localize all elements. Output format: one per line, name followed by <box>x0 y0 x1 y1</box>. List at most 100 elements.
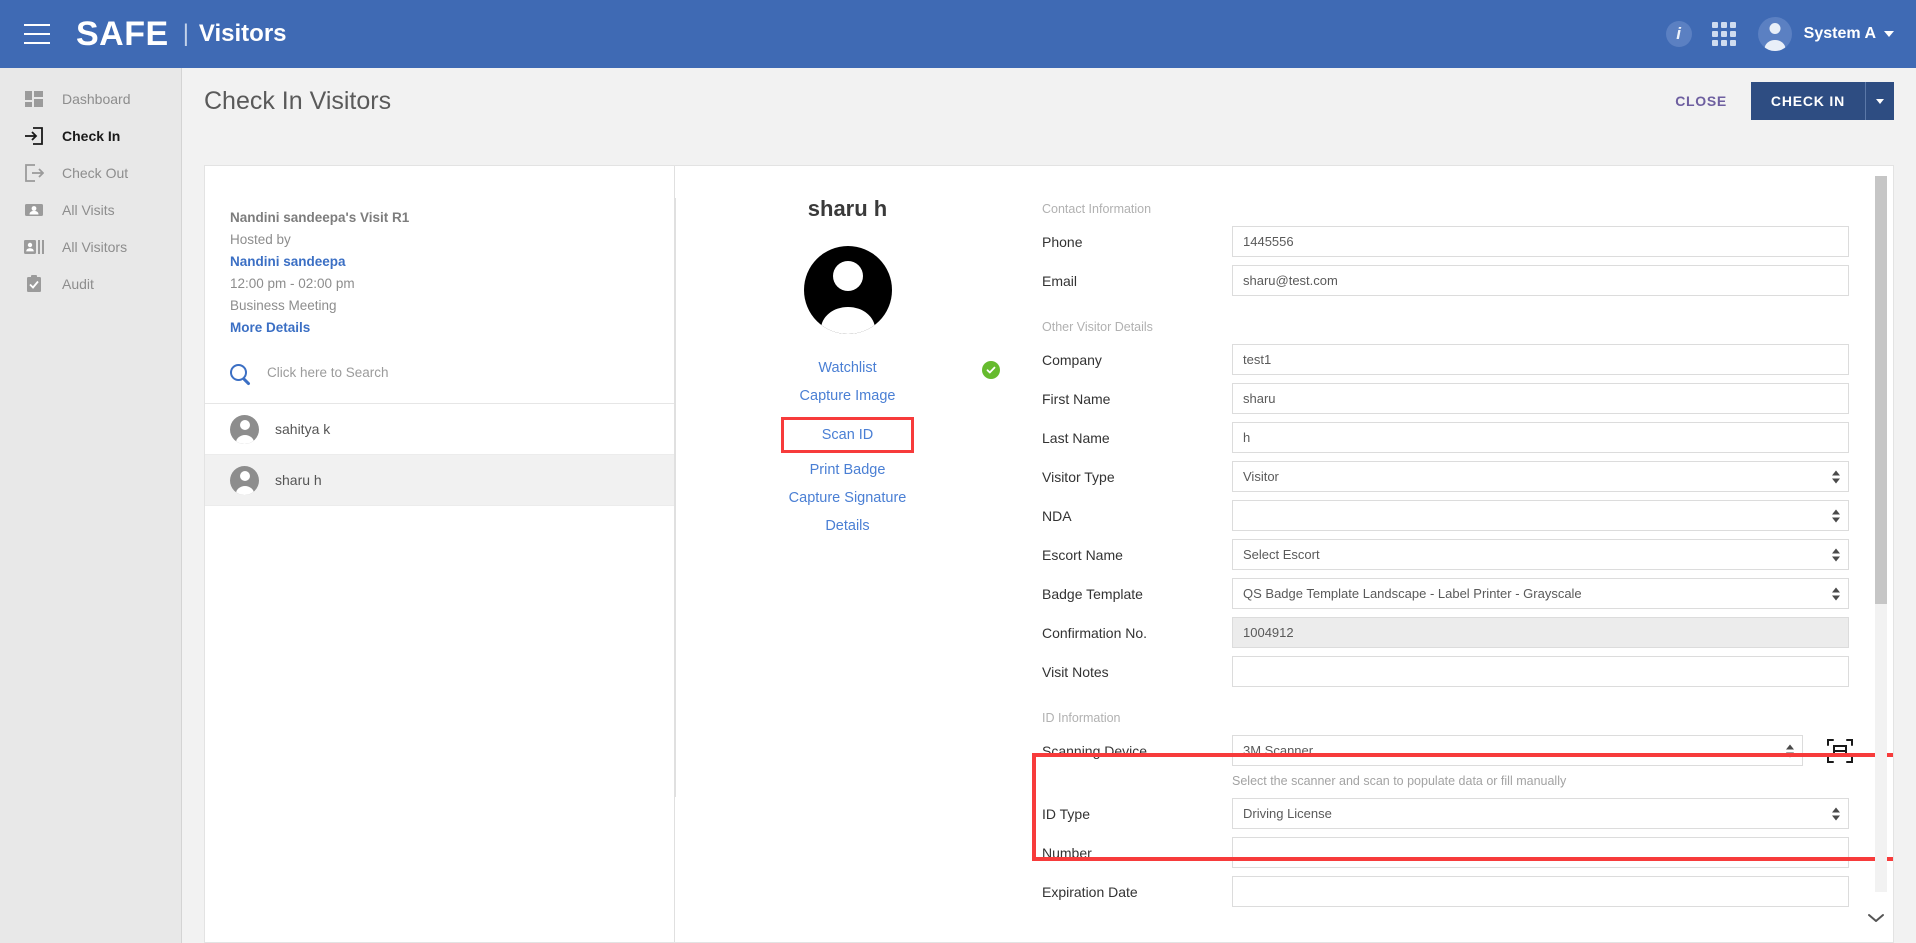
visitors-icon <box>22 237 46 257</box>
form-row-number: Number <box>1020 837 1893 868</box>
visit-notes-field[interactable] <box>1232 656 1849 687</box>
scanning-device-select[interactable]: 3M Scanner <box>1232 735 1803 766</box>
scan-id-link[interactable]: Scan ID <box>780 417 915 453</box>
badge-template-label: Badge Template <box>1042 585 1143 602</box>
check-in-button-group: CHECK IN <box>1750 82 1894 120</box>
sidebar-item-label: All Visitors <box>62 238 128 255</box>
module-name: Visitors <box>198 20 287 47</box>
confirmation-no-label: Confirmation No. <box>1042 624 1148 641</box>
check-in-icon <box>22 126 46 146</box>
confirmation-no-field <box>1232 617 1849 648</box>
form-row-scanning-device: Scanning Device 3M Scanner <box>1020 735 1893 766</box>
page-header-actions: CLOSE CHECK IN <box>1661 82 1894 120</box>
form-row-expiration-date: Expiration Date <box>1020 876 1893 907</box>
check-out-icon <box>22 163 46 183</box>
chevron-down-icon[interactable] <box>1866 908 1886 928</box>
form-row-email: Email <box>1020 265 1893 296</box>
hamburger-menu-icon[interactable] <box>24 24 50 44</box>
nda-label: NDA <box>1042 507 1072 524</box>
visit-summary: Nandini sandeepa's Visit R1 Hosted by Na… <box>205 166 674 335</box>
visitor-type-select[interactable]: Visitor <box>1232 461 1849 492</box>
sidebar-item-label: Check In <box>62 127 121 144</box>
expiration-date-field[interactable] <box>1232 876 1849 907</box>
brand-logo: SAFE <box>76 15 169 53</box>
company-field[interactable] <box>1232 344 1849 375</box>
last-name-label: Last Name <box>1042 429 1110 446</box>
id-information-heading: ID Information <box>1042 711 1121 725</box>
search-input[interactable]: Click here to Search <box>267 365 389 380</box>
sidebar-item-check-in[interactable]: Check In <box>0 117 181 154</box>
capture-signature-link[interactable]: Capture Signature <box>789 490 907 506</box>
top-navigation-bar: SAFE | Visitors i System A <box>0 0 1916 68</box>
form-row-escort-name: Escort Name Select Escort <box>1020 539 1893 570</box>
audit-icon <box>22 274 46 294</box>
print-badge-link[interactable]: Print Badge <box>810 462 886 478</box>
visitor-actions-panel: sharu h Watchlist Capture Image Scan ID … <box>675 166 1020 942</box>
close-button[interactable]: CLOSE <box>1661 85 1741 117</box>
phone-field[interactable] <box>1232 226 1849 257</box>
email-label: Email <box>1042 272 1078 289</box>
badge-template-select[interactable]: QS Badge Template Landscape - Label Prin… <box>1232 578 1849 609</box>
nda-select[interactable] <box>1232 500 1849 531</box>
sidebar-item-check-out[interactable]: Check Out <box>0 154 181 191</box>
scan-barcode-icon[interactable] <box>1825 736 1855 766</box>
page-header: Check In Visitors CLOSE CHECK IN <box>182 68 1916 134</box>
expiration-date-label: Expiration Date <box>1042 883 1138 900</box>
first-name-label: First Name <box>1042 390 1111 407</box>
sidebar-item-all-visits[interactable]: All Visits <box>0 191 181 228</box>
dashboard-icon <box>22 89 46 109</box>
id-type-select[interactable]: Driving License <box>1232 798 1849 829</box>
escort-name-label: Escort Name <box>1042 546 1123 563</box>
form-row-phone: Phone <box>1020 226 1893 257</box>
selected-visitor-name: sharu h <box>807 196 888 221</box>
sidebar-item-label: All Visits <box>62 201 115 218</box>
app-grid-icon[interactable] <box>1711 22 1736 46</box>
escort-name-select[interactable]: Select Escort <box>1232 539 1849 570</box>
info-icon[interactable]: i <box>1665 21 1692 47</box>
sidebar-item-all-visitors[interactable]: All Visitors <box>0 228 181 265</box>
status-badge <box>982 361 1000 379</box>
scrollbar-thumb[interactable] <box>1875 176 1887 604</box>
sidebar-item-dashboard[interactable]: Dashboard <box>0 80 181 117</box>
form-row-last-name: Last Name <box>1020 422 1893 453</box>
email-field[interactable] <box>1232 265 1849 296</box>
chevron-down-icon <box>1876 98 1884 104</box>
user-name-label[interactable]: System A <box>1804 25 1876 43</box>
form-row-visitor-type: Visitor Type Visitor <box>1020 461 1893 492</box>
more-details-link[interactable]: More Details <box>230 320 674 335</box>
host-name-link[interactable]: Nandini sandeepa <box>230 254 674 269</box>
first-name-field[interactable] <box>1232 383 1849 414</box>
details-link[interactable]: Details <box>825 518 869 534</box>
phone-label: Phone <box>1042 233 1083 250</box>
watchlist-link[interactable]: Watchlist <box>818 360 876 376</box>
sidebar-item-label: Audit <box>62 275 94 292</box>
list-item[interactable]: sahitya k <box>205 404 674 455</box>
sidebar: Dashboard Check In Check Out All Visits … <box>0 68 182 943</box>
capture-image-link[interactable]: Capture Image <box>800 388 896 404</box>
id-type-label: ID Type <box>1042 805 1090 822</box>
form-row-nda: NDA <box>1020 500 1893 531</box>
avatar[interactable] <box>1757 17 1792 51</box>
visit-time-range: 12:00 pm - 02:00 pm <box>230 276 355 291</box>
visits-icon <box>22 200 46 220</box>
sidebar-item-label: Check Out <box>62 164 129 181</box>
form-row-first-name: First Name <box>1020 383 1893 414</box>
sidebar-item-audit[interactable]: Audit <box>0 265 181 302</box>
other-visitor-details-heading: Other Visitor Details <box>1042 320 1153 334</box>
visitor-form: Contact Information Phone Email Other Vi… <box>1020 166 1893 942</box>
visitor-name: sharu h <box>275 472 322 488</box>
visitor-search-row[interactable]: Click here to Search <box>205 342 674 404</box>
chevron-down-icon[interactable] <box>1884 31 1894 37</box>
list-item[interactable]: sharu h <box>205 455 674 506</box>
watchlist-row: Watchlist <box>675 360 1020 388</box>
last-name-field[interactable] <box>1232 422 1849 453</box>
visit-purpose: Business Meeting <box>230 298 337 313</box>
avatar <box>230 414 259 444</box>
check-in-dropdown-button[interactable] <box>1865 82 1894 120</box>
number-label: Number <box>1042 844 1092 861</box>
check-in-button[interactable]: CHECK IN <box>1750 82 1865 120</box>
scrollbar[interactable] <box>1875 176 1887 892</box>
avatar <box>230 465 259 495</box>
scanning-device-label: Scanning Device <box>1042 742 1148 759</box>
number-field[interactable] <box>1232 837 1849 868</box>
